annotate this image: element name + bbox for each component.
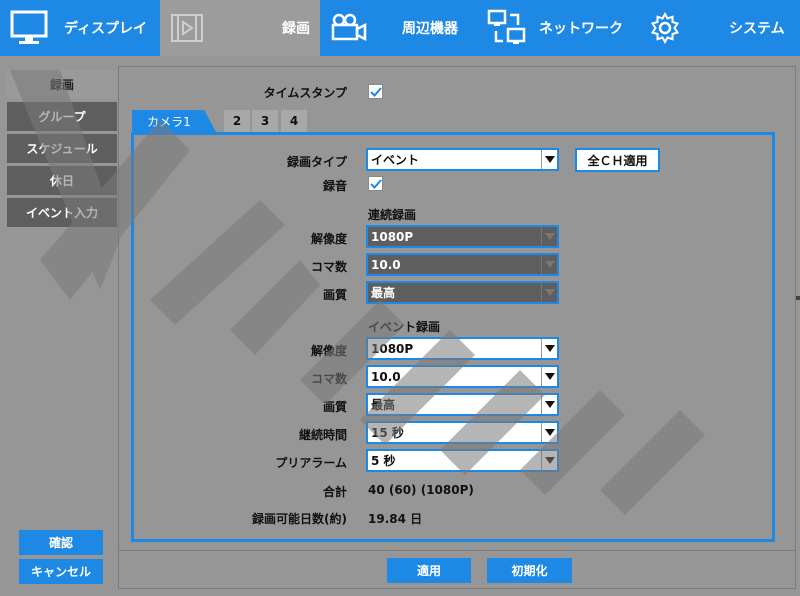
continuous-fps-value: 10.0 <box>371 257 401 272</box>
event-prealarm-value: 5 秒 <box>371 454 396 468</box>
continuous-record-header: 連続録画 <box>368 208 417 222</box>
tab-camera-3[interactable]: 3 <box>252 110 278 132</box>
event-quality-select[interactable]: 最高 <box>366 393 559 416</box>
event-prealarm-select[interactable]: 5 秒 <box>366 449 559 472</box>
apply-button[interactable]: 適用 <box>387 558 471 583</box>
tab-system-label: システム <box>729 21 785 37</box>
scroll-indicator <box>796 296 800 300</box>
chevron-down-icon <box>541 283 557 302</box>
chevron-down-icon <box>541 150 557 169</box>
tab-record-label: 録画 <box>282 21 310 37</box>
chevron-down-icon <box>541 367 557 386</box>
event-resolution-value: 1080P <box>371 341 414 356</box>
chevron-down-icon <box>541 423 557 442</box>
reset-button[interactable]: 初期化 <box>487 558 572 583</box>
chevron-down-icon <box>541 395 557 414</box>
continuous-resolution-select: 1080P <box>366 225 559 248</box>
sidebar-item-schedule[interactable]: スケジュール <box>7 134 117 163</box>
tab-display-label: ディスプレイ <box>64 21 148 37</box>
total-label: 合計 <box>322 485 347 499</box>
event-duration-select[interactable]: 15 秒 <box>366 421 559 444</box>
camera-icon <box>330 11 368 45</box>
chevron-down-icon <box>541 339 557 358</box>
network-icon <box>485 6 529 50</box>
sidebar: 録画 グループ スケジュール 休日 イベント入力 <box>7 70 117 230</box>
continuous-resolution-label: 解像度 <box>310 232 347 246</box>
tab-system[interactable]: システム <box>647 0 800 56</box>
continuous-quality-select: 最高 <box>366 281 559 304</box>
continuous-quality-value: 最高 <box>371 286 396 300</box>
gear-icon <box>647 10 683 46</box>
continuous-fps-select: 10.0 <box>366 253 559 276</box>
record-type-value: イベント <box>371 153 420 167</box>
confirm-button[interactable]: 確認 <box>19 530 103 555</box>
sidebar-item-holiday[interactable]: 休日 <box>7 166 117 195</box>
event-quality-label: 画質 <box>322 400 347 414</box>
check-icon <box>370 179 382 189</box>
recordable-days-value: 19.84 日 <box>368 512 423 526</box>
recordable-days-label: 録画可能日数(約) <box>252 512 347 526</box>
sidebar-item-group[interactable]: グループ <box>7 102 117 131</box>
tab-record[interactable]: 録画 <box>160 0 320 56</box>
total-value: 40 (60) (1080P) <box>368 483 474 497</box>
check-icon <box>370 87 382 97</box>
top-nav: ディスプレイ 録画 周辺機器 ネットワーク システム <box>0 0 800 56</box>
event-duration-label: 継続時間 <box>298 428 347 442</box>
tab-peripherals[interactable]: 周辺機器 <box>320 0 485 56</box>
event-quality-value: 最高 <box>371 398 396 412</box>
continuous-resolution-value: 1080P <box>371 229 414 244</box>
apply-all-channels-button[interactable]: 全ＣＨ適用 <box>575 148 660 172</box>
continuous-quality-label: 画質 <box>322 288 347 302</box>
chevron-down-icon <box>541 255 557 274</box>
event-duration-value: 15 秒 <box>371 426 404 440</box>
continuous-fps-label: コマ数 <box>310 260 347 274</box>
tab-camera-1[interactable]: カメラ1 <box>132 110 216 132</box>
event-fps-select[interactable]: 10.0 <box>366 365 559 388</box>
tab-display[interactable]: ディスプレイ <box>0 0 160 56</box>
event-prealarm-label: プリアラーム <box>275 456 347 470</box>
tab-network-label: ネットワーク <box>539 21 623 37</box>
monitor-icon <box>8 7 50 49</box>
tab-peripherals-label: 周辺機器 <box>402 21 458 37</box>
chevron-down-icon <box>541 227 557 246</box>
timestamp-label: タイムスタンプ <box>263 86 347 100</box>
audio-label: 録音 <box>322 179 347 193</box>
event-resolution-label: 解像度 <box>310 344 347 358</box>
record-type-label: 録画タイプ <box>286 155 347 169</box>
timestamp-checkbox[interactable] <box>368 84 383 99</box>
footer-divider <box>118 550 796 551</box>
tab-network[interactable]: ネットワーク <box>485 0 647 56</box>
tab-camera-4[interactable]: 4 <box>281 110 307 132</box>
sidebar-item-record[interactable]: 録画 <box>7 70 117 99</box>
event-fps-value: 10.0 <box>371 369 401 384</box>
cancel-button[interactable]: キャンセル <box>19 559 103 584</box>
event-fps-label: コマ数 <box>310 372 347 386</box>
sidebar-item-event-input[interactable]: イベント入力 <box>7 198 117 227</box>
chevron-down-icon <box>541 451 557 470</box>
event-resolution-select[interactable]: 1080P <box>366 337 559 360</box>
film-icon <box>170 11 204 45</box>
audio-checkbox[interactable] <box>368 176 383 191</box>
record-type-select[interactable]: イベント <box>366 148 559 171</box>
event-record-header: イベント録画 <box>368 320 441 334</box>
tab-camera-2[interactable]: 2 <box>224 110 250 132</box>
